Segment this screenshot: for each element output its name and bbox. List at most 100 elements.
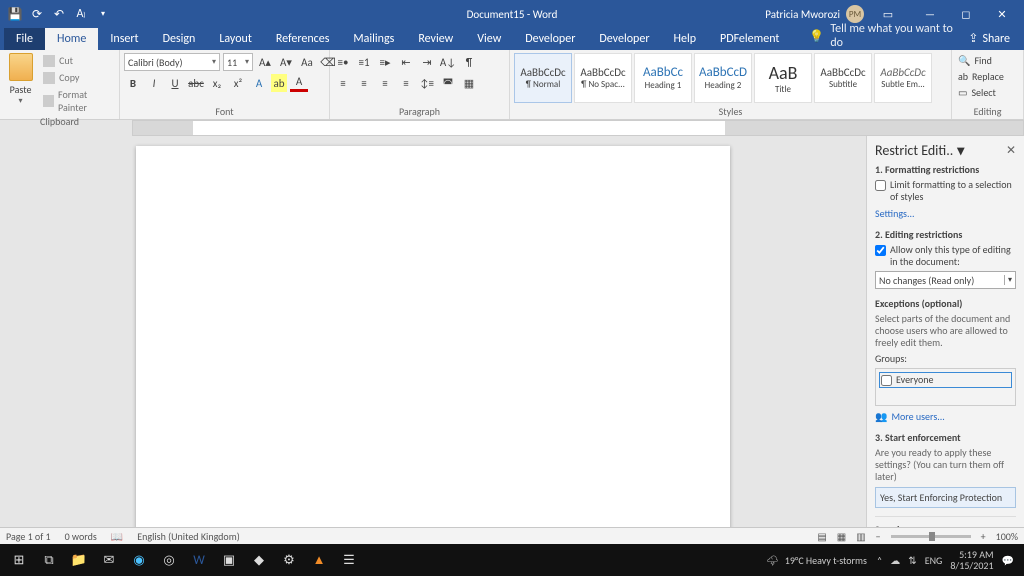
tab-help[interactable]: Help: [662, 28, 709, 50]
paste-button[interactable]: Paste ▾: [4, 53, 37, 106]
word-count[interactable]: 0 words: [65, 530, 97, 543]
style-heading-2[interactable]: AaBbCcDHeading 2: [694, 53, 752, 103]
pane-close-icon[interactable]: ✕: [1006, 143, 1016, 158]
grow-font-icon[interactable]: A▴: [256, 53, 274, 71]
font-toggle-icon[interactable]: A): [74, 7, 88, 21]
shrink-font-icon[interactable]: A▾: [277, 53, 295, 71]
web-layout-icon[interactable]: ▥: [856, 530, 865, 543]
print-layout-icon[interactable]: ▦: [837, 530, 846, 543]
style-title[interactable]: AaBTitle: [754, 53, 812, 103]
underline-icon[interactable]: U: [166, 74, 184, 92]
onedrive-icon[interactable]: ☁: [890, 554, 900, 567]
style--no-spac-[interactable]: AaBbCcDc¶ No Spac...: [574, 53, 632, 103]
weather-widget[interactable]: 🌩 19°C Heavy t-storms: [766, 554, 867, 567]
style-subtitle[interactable]: AaBbCcDcSubtitle: [814, 53, 872, 103]
tab-developer[interactable]: Developer: [513, 28, 587, 50]
clock[interactable]: 5:19 AM8/15/2021: [950, 549, 993, 571]
replace-button[interactable]: abReplace: [956, 69, 1006, 84]
shading-icon[interactable]: ◚: [439, 74, 457, 92]
style-subtle-em-[interactable]: AaBbCcDcSubtle Em...: [874, 53, 932, 103]
refresh-icon[interactable]: ⟳: [30, 7, 44, 21]
change-case-icon[interactable]: Aa: [298, 53, 316, 71]
multilevel-icon[interactable]: ≡▸: [376, 53, 394, 71]
start-enforcing-button[interactable]: Yes, Start Enforcing Protection: [875, 487, 1016, 508]
start-icon[interactable]: ⊞: [4, 547, 34, 573]
page-indicator[interactable]: Page 1 of 1: [6, 530, 51, 543]
document-area[interactable]: [0, 136, 866, 527]
find-button[interactable]: 🔍Find: [956, 53, 1006, 68]
highlight-icon[interactable]: ab: [271, 74, 287, 92]
proofing-icon[interactable]: 📖: [111, 530, 123, 543]
tab-layout[interactable]: Layout: [207, 28, 264, 50]
settings-icon[interactable]: ⚙: [274, 547, 304, 573]
app2-icon[interactable]: ◆: [244, 547, 274, 573]
tab-pdfelement[interactable]: PDFelement: [708, 28, 791, 50]
edge-icon[interactable]: ◉: [124, 547, 154, 573]
more-users-link[interactable]: 👥 More users...: [875, 410, 1016, 423]
tab-insert[interactable]: Insert: [98, 28, 150, 50]
tab-mailings[interactable]: Mailings: [341, 28, 406, 50]
word-icon[interactable]: W: [184, 547, 214, 573]
close-button[interactable]: ✕: [984, 0, 1020, 28]
share-button[interactable]: ⇪ Share: [954, 27, 1024, 50]
horizontal-ruler[interactable]: [132, 120, 1024, 136]
zoom-slider[interactable]: [891, 535, 971, 538]
show-marks-icon[interactable]: ¶: [460, 53, 478, 71]
format-painter-button[interactable]: Format Painter: [41, 87, 115, 115]
italic-icon[interactable]: I: [145, 74, 163, 92]
tab-references[interactable]: References: [264, 28, 342, 50]
settings-link[interactable]: Settings...: [875, 207, 1016, 220]
line-spacing-icon[interactable]: ↕≡: [418, 74, 436, 92]
mail-icon[interactable]: ✉: [94, 547, 124, 573]
taskview-icon[interactable]: ⧉: [34, 547, 64, 573]
styles-gallery[interactable]: AaBbCcDc¶ NormalAaBbCcDc¶ No Spac...AaBb…: [514, 53, 934, 103]
explorer-icon[interactable]: 📁: [64, 547, 94, 573]
zoom-level[interactable]: 100%: [996, 530, 1018, 543]
undo-icon[interactable]: ↶: [52, 7, 66, 21]
font-name-combo[interactable]: Calibri (Body)▾: [124, 53, 220, 71]
superscript-icon[interactable]: x²: [229, 74, 247, 92]
align-right-icon[interactable]: ≡: [376, 74, 394, 92]
tab-view[interactable]: View: [465, 28, 513, 50]
indent-inc-icon[interactable]: ⇥: [418, 53, 436, 71]
tab-home[interactable]: Home: [45, 28, 98, 50]
align-center-icon[interactable]: ≡: [355, 74, 373, 92]
zoom-out-icon[interactable]: −: [876, 530, 881, 543]
numbering-icon[interactable]: ≡1: [355, 53, 373, 71]
select-button[interactable]: ▭Select: [956, 85, 1006, 100]
sort-icon[interactable]: A↓: [439, 53, 457, 71]
borders-icon[interactable]: ▦: [460, 74, 478, 92]
text-effects-icon[interactable]: A: [250, 74, 268, 92]
style--normal[interactable]: AaBbCcDc¶ Normal: [514, 53, 572, 103]
save-icon[interactable]: 💾: [8, 7, 22, 21]
bold-icon[interactable]: B: [124, 74, 142, 92]
justify-icon[interactable]: ≡: [397, 74, 415, 92]
app3-icon[interactable]: ☰: [334, 547, 364, 573]
chrome-icon[interactable]: ◎: [154, 547, 184, 573]
read-mode-icon[interactable]: ▤: [817, 530, 826, 543]
vlc-icon[interactable]: ▲: [304, 547, 334, 573]
tab-review[interactable]: Review: [406, 28, 465, 50]
copy-button[interactable]: Copy: [41, 70, 115, 85]
style-heading-1[interactable]: AaBbCcHeading 1: [634, 53, 692, 103]
cut-button[interactable]: Cut: [41, 53, 115, 68]
tray-chevron-icon[interactable]: ˄: [877, 554, 882, 567]
tab-file[interactable]: File: [4, 28, 45, 50]
lang-indicator[interactable]: ENG: [925, 554, 943, 567]
editing-type-dropdown[interactable]: No changes (Read only)▾: [875, 271, 1016, 289]
strike-icon[interactable]: abc: [187, 74, 205, 92]
allow-editing-checkbox[interactable]: Allow only this type of editing in the d…: [875, 244, 1016, 268]
app1-icon[interactable]: ▣: [214, 547, 244, 573]
zoom-in-icon[interactable]: +: [981, 530, 986, 543]
user-name[interactable]: Patricia Mworozi: [765, 8, 840, 21]
subscript-icon[interactable]: x₂: [208, 74, 226, 92]
align-left-icon[interactable]: ≡: [334, 74, 352, 92]
font-size-combo[interactable]: 11▾: [223, 53, 253, 71]
bullets-icon[interactable]: ≡•: [334, 53, 352, 71]
tell-me[interactable]: 💡 Tell me what you want to do: [809, 22, 954, 50]
tab-design[interactable]: Design: [151, 28, 208, 50]
font-color-icon[interactable]: A: [290, 74, 308, 92]
tab-developer[interactable]: Developer: [587, 28, 661, 50]
everyone-checkbox[interactable]: Everyone: [879, 372, 1012, 388]
limit-formatting-checkbox[interactable]: Limit formatting to a selection of style…: [875, 179, 1016, 203]
